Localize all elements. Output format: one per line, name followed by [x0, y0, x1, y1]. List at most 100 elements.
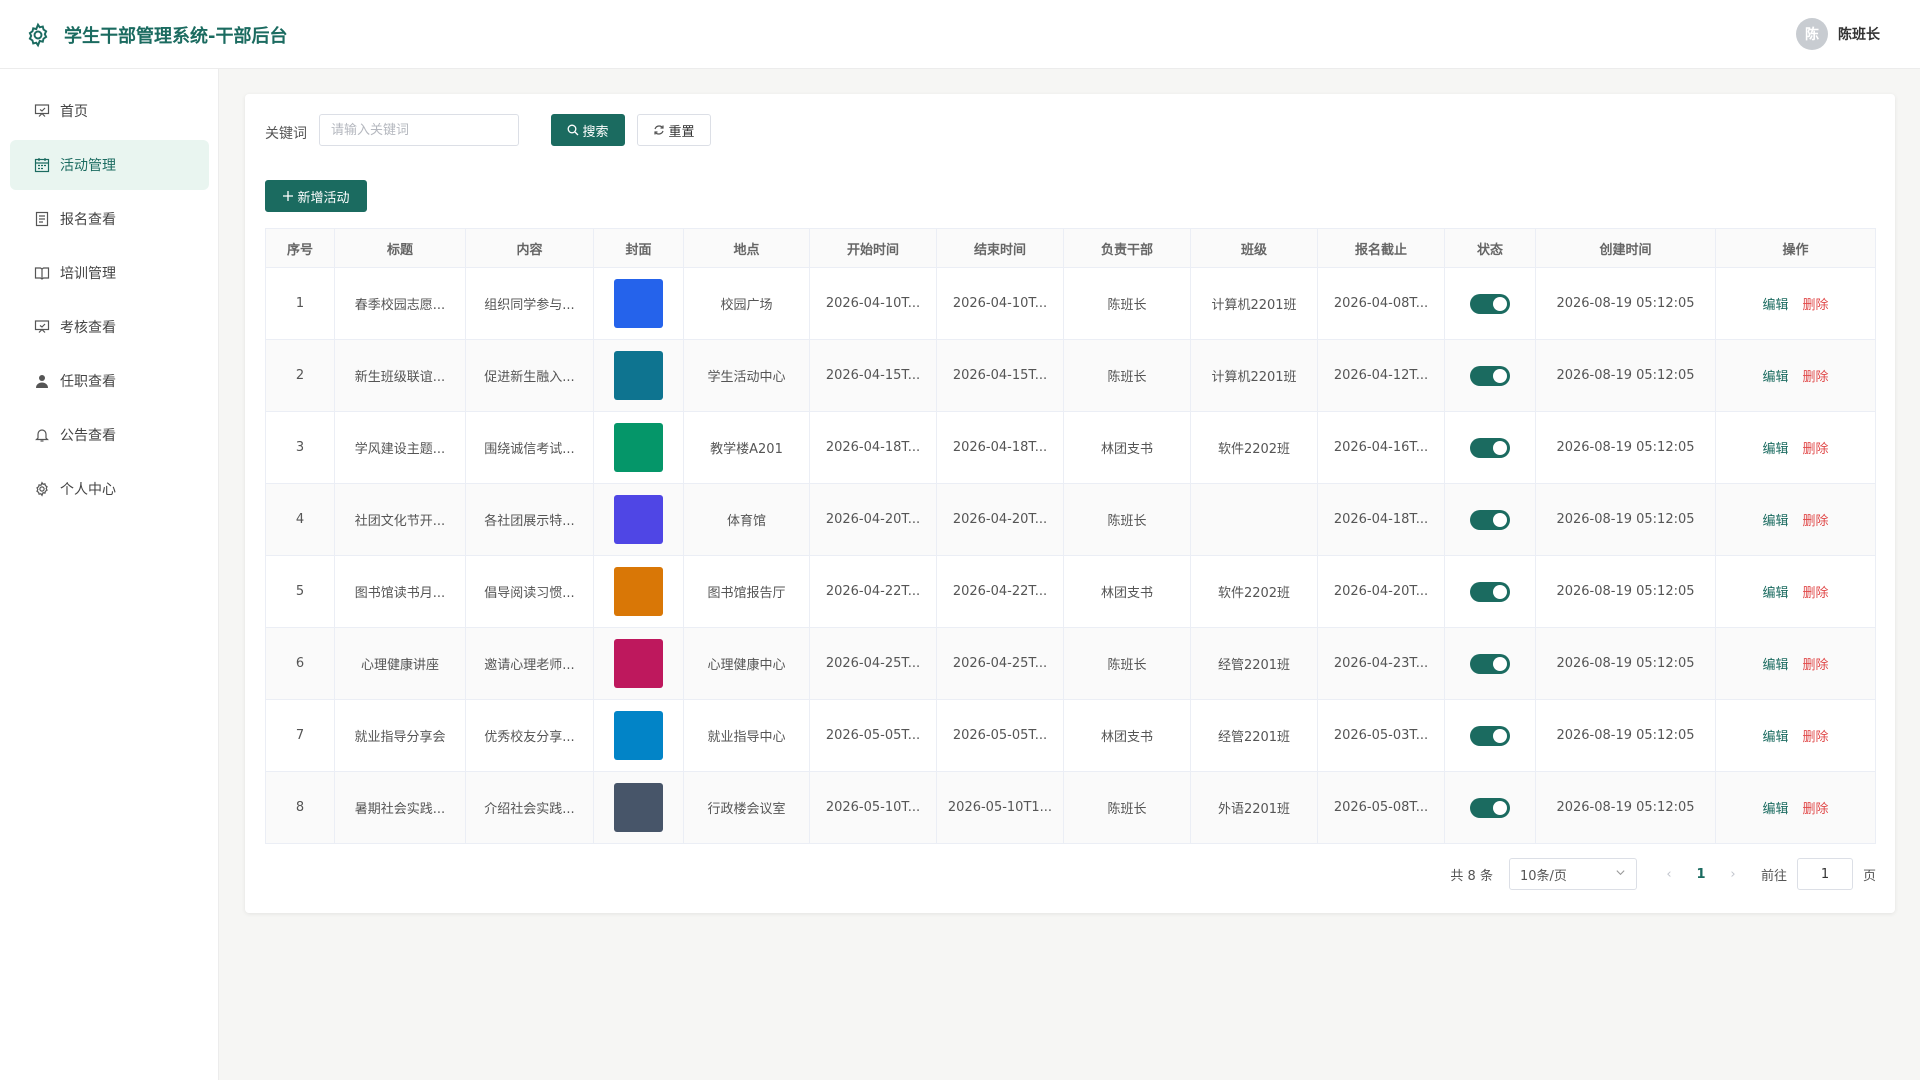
column-header: 创建时间 [1535, 228, 1716, 268]
status-toggle[interactable] [1470, 509, 1510, 530]
delete-button[interactable]: 删除 [1803, 658, 1829, 673]
location-cell: 校园广场 [683, 267, 810, 340]
class-cell [1190, 483, 1318, 556]
deadline-cell: 2026-04-18T... [1317, 483, 1445, 556]
table-row: 1 春季校园志愿... 组织同学参与... 校园广场 2026-04-10T... 202… [265, 267, 1876, 340]
status-toggle[interactable] [1470, 437, 1510, 458]
content-cell: 围绕诚信考试... [465, 411, 594, 484]
delete-button[interactable]: 删除 [1803, 730, 1829, 745]
cover-image[interactable] [614, 783, 663, 832]
status-toggle[interactable] [1470, 653, 1510, 674]
sidebar-item-label: 考核查看 [60, 320, 116, 336]
location-cell: 体育馆 [683, 483, 810, 556]
add-activity-button[interactable]: 新增活动 [265, 180, 367, 212]
start-time-cell: 2026-04-25T... [809, 627, 937, 700]
edit-button[interactable]: 编辑 [1762, 802, 1788, 817]
keyword-search-input[interactable] [319, 114, 519, 146]
status-toggle[interactable] [1470, 797, 1510, 818]
edit-button[interactable]: 编辑 [1762, 298, 1788, 313]
title-cell: 图书馆读书月... [334, 555, 466, 628]
user-name[interactable]: 陈班长 [1838, 24, 1880, 44]
sidebar-item-label: 首页 [60, 104, 88, 120]
delete-button[interactable]: 删除 [1803, 802, 1829, 817]
edit-button[interactable]: 编辑 [1762, 514, 1788, 529]
presentation-icon [33, 318, 51, 336]
class-cell: 软件2202班 [1190, 411, 1318, 484]
class-cell: 计算机2201班 [1190, 339, 1318, 412]
created-time-cell: 2026-08-19 05:12:05 [1535, 339, 1716, 412]
avatar[interactable]: 陈 [1796, 18, 1828, 50]
status-cell [1444, 771, 1536, 844]
edit-button[interactable]: 编辑 [1762, 442, 1788, 457]
search-icon [567, 124, 579, 136]
cover-image[interactable] [614, 495, 663, 544]
cover-image[interactable] [614, 423, 663, 472]
book-icon [33, 264, 51, 282]
class-cell: 外语2201班 [1190, 771, 1318, 844]
sidebar-item-signup[interactable]: 报名查看 [10, 194, 209, 244]
sidebar-item-home[interactable]: 首页 [10, 86, 209, 136]
sidebar-item-position[interactable]: 任职查看 [10, 356, 209, 406]
goto-label: 前往 [1760, 868, 1787, 884]
edit-button[interactable]: 编辑 [1762, 370, 1788, 385]
gear-logo-icon [25, 22, 51, 48]
sidebar-item-assessment[interactable]: 考核查看 [10, 302, 209, 352]
status-toggle[interactable] [1470, 725, 1510, 746]
sidebar-item-notice[interactable]: 公告查看 [10, 410, 209, 460]
next-page-button[interactable]: › [1723, 867, 1743, 882]
delete-button[interactable]: 删除 [1803, 514, 1829, 529]
row-index-cell: 5 [265, 555, 335, 628]
sidebar-item-activity[interactable]: 活动管理 [10, 140, 209, 190]
cover-image[interactable] [614, 279, 663, 328]
table-row: 3 学风建设主题... 围绕诚信考试... 教学楼A201 2026-04-18T...… [265, 411, 1876, 484]
delete-button[interactable]: 删除 [1803, 298, 1829, 313]
cover-image[interactable] [614, 567, 663, 616]
edit-button[interactable]: 编辑 [1762, 658, 1788, 673]
edit-button[interactable]: 编辑 [1762, 730, 1788, 745]
deadline-cell: 2026-04-16T... [1317, 411, 1445, 484]
status-toggle[interactable] [1470, 365, 1510, 386]
column-header: 状态 [1444, 228, 1536, 268]
page-size-select[interactable]: 10条/页 [1508, 858, 1637, 890]
goto-page-input[interactable] [1796, 858, 1853, 890]
user-menu[interactable]: 陈 陈班长 [1796, 18, 1880, 50]
reset-button[interactable]: 重置 [637, 114, 711, 146]
end-time-cell: 2026-04-18T... [936, 411, 1064, 484]
operations-cell: 编辑 删除 [1715, 411, 1876, 484]
search-button[interactable]: 搜索 [551, 114, 625, 146]
edit-button[interactable]: 编辑 [1762, 586, 1788, 601]
status-toggle[interactable] [1470, 581, 1510, 602]
operations-cell: 编辑 删除 [1715, 483, 1876, 556]
deadline-cell: 2026-04-08T... [1317, 267, 1445, 340]
sidebar-item-label: 培训管理 [60, 266, 116, 282]
prev-page-button[interactable]: ‹ [1659, 867, 1679, 882]
delete-button[interactable]: 删除 [1803, 442, 1829, 457]
calendar-icon [33, 156, 51, 174]
sidebar-item-label: 个人中心 [60, 482, 116, 498]
status-cell [1444, 483, 1536, 556]
column-header: 标题 [334, 228, 466, 268]
column-header: 内容 [465, 228, 594, 268]
sidebar-item-profile[interactable]: 个人中心 [10, 464, 209, 514]
table-row: 4 社团文化节开... 各社团展示特... 体育馆 2026-04-20T... 2026… [265, 483, 1876, 556]
column-header: 开始时间 [809, 228, 937, 268]
table-row: 7 就业指导分享会 优秀校友分享... 就业指导中心 2026-05-05T... 202… [265, 699, 1876, 772]
page-number-current[interactable]: 1 [1679, 867, 1723, 882]
delete-button[interactable]: 删除 [1803, 370, 1829, 385]
created-time-cell: 2026-08-19 05:12:05 [1535, 411, 1716, 484]
cover-image[interactable] [614, 639, 663, 688]
cover-image[interactable] [614, 351, 663, 400]
top-header: 学生干部管理系统-干部后台 陈 陈班长 [0, 0, 1920, 69]
sidebar-item-training[interactable]: 培训管理 [10, 248, 209, 298]
status-cell [1444, 411, 1536, 484]
table-row: 6 心理健康讲座 邀请心理老师... 心理健康中心 2026-04-25T... 2026… [265, 627, 1876, 700]
content-cell: 介绍社会实践... [465, 771, 594, 844]
table-row: 2 新生班级联谊... 促进新生融入... 学生活动中心 2026-04-15T... 2… [265, 339, 1876, 412]
class-cell: 经管2201班 [1190, 699, 1318, 772]
deadline-cell: 2026-04-12T... [1317, 339, 1445, 412]
status-toggle[interactable] [1470, 293, 1510, 314]
gear-icon [33, 480, 51, 498]
cover-image[interactable] [614, 711, 663, 760]
delete-button[interactable]: 删除 [1803, 586, 1829, 601]
user-icon [33, 372, 51, 390]
